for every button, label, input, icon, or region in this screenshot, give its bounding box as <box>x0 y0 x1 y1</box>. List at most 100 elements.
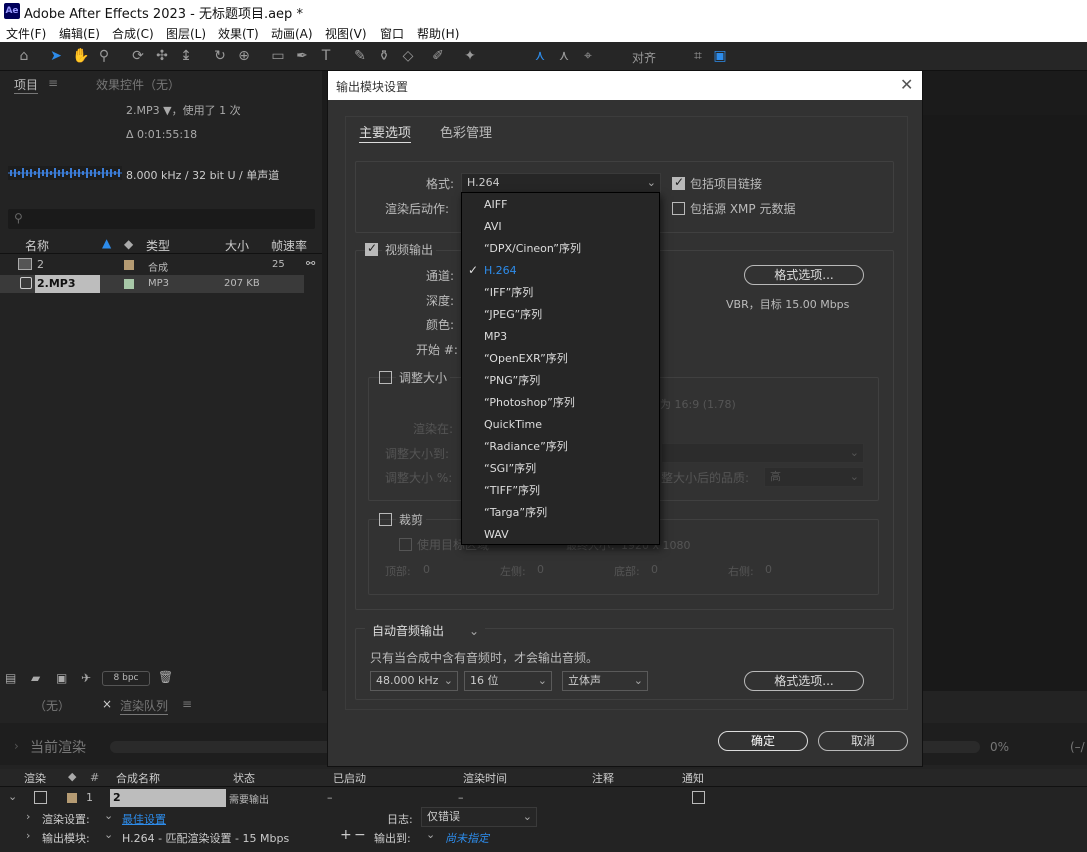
tab-main-options[interactable]: 主要选项 <box>359 122 412 143</box>
col-comp-name[interactable]: 合成名称 <box>116 770 160 786</box>
panel-menu-icon[interactable]: ≡ <box>182 697 192 711</box>
menu-edit[interactable]: 编辑(E) <box>59 25 100 42</box>
format-option-tiff[interactable]: “TIFF”序列 <box>462 480 659 502</box>
ok-button[interactable]: 确定 <box>718 731 808 751</box>
selection-tool-icon[interactable]: ➤ <box>48 48 64 64</box>
render-settings-link[interactable]: 最佳设置 <box>122 811 166 827</box>
pen-tool-icon[interactable]: ✒ <box>294 48 310 64</box>
format-option-h264[interactable]: H.264 <box>462 260 659 282</box>
format-option-dpx[interactable]: “DPX/Cineon”序列 <box>462 238 659 260</box>
puppet-tool-icon[interactable]: ✦ <box>462 48 478 64</box>
tab-timeline-none[interactable]: （无） <box>34 697 70 714</box>
column-name[interactable]: 名称 <box>25 237 49 254</box>
pan-camera-icon[interactable]: ✣ <box>154 48 170 64</box>
include-project-link-checkbox[interactable] <box>672 175 685 190</box>
menu-window[interactable]: 窗口 <box>380 25 404 42</box>
col-started[interactable]: 已启动 <box>333 770 366 786</box>
flowchart-icon[interactable]: ⚯ <box>306 257 315 270</box>
expand-chevron-icon[interactable]: › <box>26 810 30 823</box>
anchor-tool-icon[interactable]: ⊕ <box>236 48 252 64</box>
snap-option-icon[interactable]: ⌗ <box>690 48 706 64</box>
output-to-link[interactable]: 尚未指定 <box>445 830 489 846</box>
format-option-iff[interactable]: “IFF”序列 <box>462 282 659 304</box>
format-option-aiff[interactable]: AIFF <box>462 194 659 216</box>
project-search-input[interactable]: ⚲ <box>8 209 315 229</box>
notify-checkbox[interactable] <box>692 791 705 804</box>
use-roi-checkbox[interactable] <box>399 538 412 551</box>
column-fps[interactable]: 帧速率 <box>271 237 307 254</box>
table-row[interactable]: 2.MP3 MP3 207 KB <box>0 275 304 293</box>
add-output-icon[interactable]: + <box>340 827 352 843</box>
remove-output-icon[interactable]: − <box>354 827 366 843</box>
format-option-wav[interactable]: WAV <box>462 524 659 546</box>
format-option-targa[interactable]: “Targa”序列 <box>462 502 659 524</box>
menu-view[interactable]: 视图(V) <box>325 25 367 42</box>
bit-depth-select[interactable]: 16 位 ⌄ <box>464 671 552 691</box>
brush-tool-icon[interactable]: ✎ <box>352 48 368 64</box>
hand-tool-icon[interactable]: ✋ <box>72 48 89 64</box>
menu-layer[interactable]: 图层(L) <box>166 25 206 42</box>
tab-project-menu-icon[interactable]: ≡ <box>48 76 58 90</box>
dropdown-chevron-icon[interactable]: ⌄ <box>104 828 113 841</box>
output-module-value[interactable]: H.264 - 匹配渲染设置 - 15 Mbps <box>122 830 289 846</box>
render-queue-icon[interactable]: ✈ <box>81 671 91 685</box>
label-tag-icon[interactable]: ◆ <box>68 770 76 783</box>
local-axis-icon[interactable]: ⋏ <box>532 48 548 64</box>
format-option-openexr[interactable]: “OpenEXR”序列 <box>462 348 659 370</box>
dropdown-chevron-icon[interactable]: ⌄ <box>104 809 113 822</box>
col-render[interactable]: 渲染 <box>24 770 46 786</box>
expand-chevron-icon[interactable]: › <box>14 739 19 753</box>
snap-edges-icon[interactable]: ▣ <box>712 48 728 64</box>
view-axis-icon[interactable]: ⌖ <box>580 48 596 64</box>
expand-chevron-icon[interactable]: › <box>26 829 30 842</box>
rectangle-tool-icon[interactable]: ▭ <box>270 48 286 64</box>
label-swatch[interactable] <box>67 793 77 803</box>
render-queue-item[interactable]: ⌄ 1 2 需要输出 – – <box>0 789 1087 807</box>
video-output-checkbox[interactable] <box>365 241 378 256</box>
format-select[interactable]: H.264 ⌄ <box>461 173 661 193</box>
interpret-footage-icon[interactable]: ▤ <box>5 671 16 685</box>
crop-bottom-value[interactable]: 0 <box>651 563 658 576</box>
include-xmp-checkbox[interactable] <box>672 202 685 215</box>
col-notify[interactable]: 通知 <box>682 770 704 786</box>
dropdown-chevron-icon[interactable]: ⌄ <box>426 828 435 841</box>
column-type[interactable]: 类型 <box>146 237 170 254</box>
render-checkbox[interactable] <box>34 791 47 804</box>
sample-rate-select[interactable]: 48.000 kHz ⌄ <box>370 671 458 691</box>
column-size[interactable]: 大小 <box>225 237 249 254</box>
video-format-options-button[interactable]: 格式选项... <box>744 265 864 285</box>
orbit-camera-icon[interactable]: ⟳ <box>130 48 146 64</box>
col-render-time[interactable]: 渲染时间 <box>463 770 507 786</box>
crop-left-value[interactable]: 0 <box>537 563 544 576</box>
menu-file[interactable]: 文件(F) <box>6 25 46 42</box>
roto-brush-icon[interactable]: ✐ <box>430 48 446 64</box>
rotate-tool-icon[interactable]: ↻ <box>212 48 228 64</box>
col-number[interactable]: # <box>90 771 99 784</box>
label-swatch[interactable] <box>124 260 134 270</box>
col-comment[interactable]: 注释 <box>592 770 614 786</box>
tab-render-queue[interactable]: 渲染队列 <box>120 697 169 715</box>
clone-stamp-icon[interactable]: ⚱ <box>376 48 392 64</box>
cancel-button[interactable]: 取消 <box>818 731 908 751</box>
new-composition-icon[interactable]: ▣ <box>56 671 67 685</box>
format-option-quicktime[interactable]: QuickTime <box>462 414 659 436</box>
close-tab-icon[interactable]: × <box>102 697 112 711</box>
format-option-jpeg[interactable]: “JPEG”序列 <box>462 304 659 326</box>
queue-comp-name[interactable]: 2 <box>110 789 226 807</box>
tab-effect-controls[interactable]: 效果控件（无） <box>96 76 180 93</box>
format-option-sgi[interactable]: “SGI”序列 <box>462 458 659 480</box>
type-tool-icon[interactable]: T <box>318 48 334 64</box>
eraser-tool-icon[interactable]: ◇ <box>400 48 416 64</box>
tab-project[interactable]: 项目 <box>14 76 39 94</box>
audio-output-mode-select[interactable]: 自动音频输出 ⌄ <box>365 621 485 641</box>
audio-format-options-button[interactable]: 格式选项... <box>744 671 864 691</box>
label-tag-icon[interactable]: ◆ <box>124 237 133 251</box>
expand-chevron-icon[interactable]: ⌄ <box>8 790 17 803</box>
resize-checkbox[interactable] <box>379 371 392 384</box>
home-icon[interactable]: ⌂ <box>16 48 32 64</box>
dolly-camera-icon[interactable]: ↨ <box>178 48 194 64</box>
resize-quality-select[interactable]: 高 ⌄ <box>764 467 864 487</box>
table-row[interactable]: 2 合成 25 ⚯ <box>0 256 322 274</box>
crop-checkbox[interactable] <box>379 513 392 526</box>
trash-icon[interactable]: 🗑 <box>158 670 173 684</box>
